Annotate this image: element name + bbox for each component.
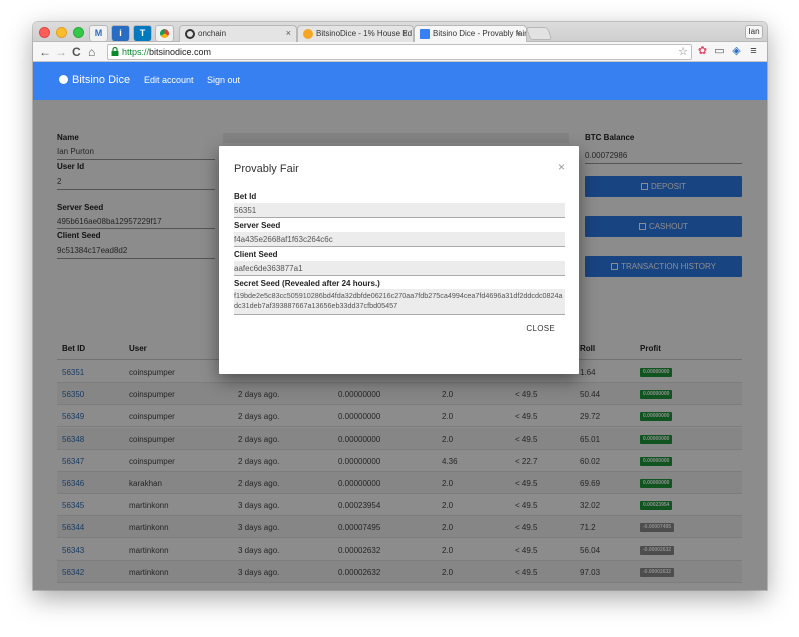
close-button[interactable]: CLOSE: [526, 324, 555, 333]
onchain-favicon-icon: [185, 29, 195, 39]
secret-seed-field[interactable]: f19bde2e5c83cc505910286bd4fda32dbfde0621…: [234, 289, 565, 315]
pinned-tab-trello[interactable]: T: [133, 25, 152, 41]
bet-id-label: Bet Id: [234, 192, 257, 201]
pinned-tab-mail[interactable]: M: [89, 25, 108, 41]
minimize-window-icon[interactable]: [56, 27, 67, 38]
pinned-tab-chrome[interactable]: [155, 25, 174, 41]
extension-flower-icon[interactable]: ✿: [696, 45, 709, 58]
edit-account-link[interactable]: Edit account: [144, 75, 194, 85]
profile-button[interactable]: Ian: [745, 25, 763, 39]
menu-icon[interactable]: ≡: [747, 45, 760, 58]
address-bar[interactable]: https://bitsinodice.com ☆: [107, 44, 692, 60]
dice-icon: [59, 75, 68, 84]
server-seed-field[interactable]: f4a435e2668af1f63c264c6c: [234, 232, 565, 247]
url-scheme: https://: [122, 47, 150, 57]
bet-id-field[interactable]: 56351: [234, 203, 565, 218]
zoom-window-icon[interactable]: [73, 27, 84, 38]
client-seed-field[interactable]: aafec6de363877a1: [234, 261, 565, 276]
tab-title: BitsinoDice - 1% House Ed: [316, 29, 413, 38]
extension-shield-icon[interactable]: ◈: [730, 45, 743, 58]
forward-icon[interactable]: →: [55, 44, 67, 60]
site-navbar: Bitsino Dice Edit account Sign out: [33, 62, 767, 100]
brand-label: Bitsino Dice: [72, 74, 131, 86]
tab-strip: M i T onchain × BitsinoDice - 1% House E…: [33, 22, 767, 42]
tab-title: onchain: [198, 29, 227, 38]
brand-link[interactable]: Bitsino Dice: [59, 74, 130, 86]
home-icon[interactable]: ⌂: [88, 44, 95, 60]
chrome-icon: [160, 29, 169, 38]
tab-close-icon[interactable]: ×: [516, 26, 521, 41]
reload-icon[interactable]: C: [72, 44, 81, 60]
tab-onchain[interactable]: onchain ×: [179, 25, 297, 42]
bitsino-favicon-icon: [420, 29, 430, 39]
modal-client-seed-label: Client Seed: [234, 250, 278, 259]
page-content: Bitsino Dice Edit account Sign out Name …: [33, 62, 767, 590]
url-host: bitsinodice.com: [149, 47, 212, 57]
browser-window: M i T onchain × BitsinoDice - 1% House E…: [33, 22, 767, 590]
tab-close-icon[interactable]: ×: [403, 26, 408, 41]
pinned-tab-info[interactable]: i: [111, 25, 130, 41]
bitcoin-favicon-icon: [303, 29, 313, 39]
tab-bitsino-provably-fair[interactable]: Bitsino Dice - Provably fair ×: [414, 25, 527, 42]
bookmark-star-icon[interactable]: ☆: [678, 45, 688, 59]
modal-close-icon[interactable]: ×: [558, 160, 565, 174]
tab-close-icon[interactable]: ×: [286, 26, 291, 41]
secret-seed-label: Secret Seed (Revealed after 24 hours.): [234, 279, 380, 288]
tab-title: Bitsino Dice - Provably fair: [433, 29, 527, 38]
cast-icon[interactable]: ▭: [713, 45, 726, 58]
modal-title: Provably Fair: [234, 163, 299, 175]
modal-server-seed-label: Server Seed: [234, 221, 281, 230]
new-tab-button[interactable]: [525, 27, 553, 40]
close-window-icon[interactable]: [39, 27, 50, 38]
back-icon[interactable]: ←: [39, 44, 51, 60]
tab-bitsinodice-house-edge[interactable]: BitsinoDice - 1% House Ed ×: [297, 25, 414, 42]
browser-toolbar: ← → C ⌂ https://bitsinodice.com ☆ ✿ ▭ ◈ …: [33, 42, 767, 62]
provably-fair-modal: Provably Fair × Bet Id 56351 Server Seed…: [219, 146, 579, 374]
lock-icon: [111, 47, 119, 56]
sign-out-link[interactable]: Sign out: [207, 75, 240, 85]
